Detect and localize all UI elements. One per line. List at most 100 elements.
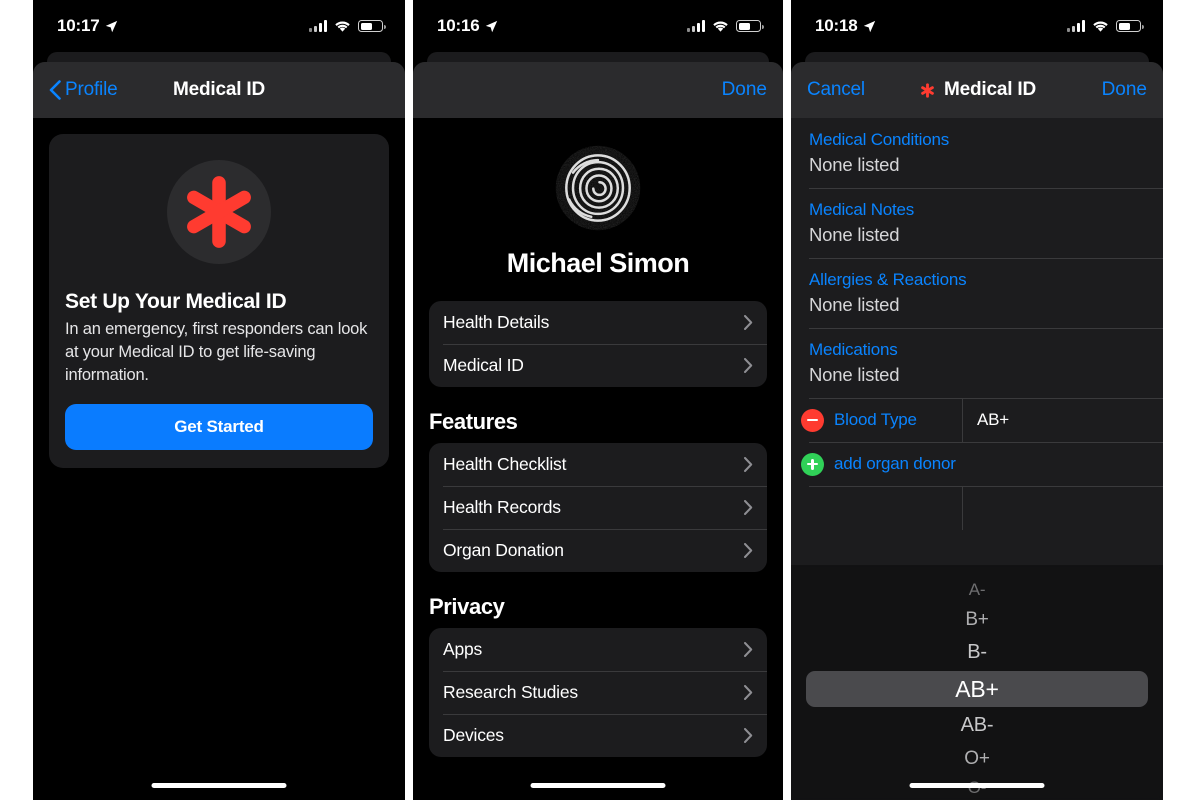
- battery-icon: [358, 20, 386, 32]
- chevron-right-icon: [744, 315, 753, 330]
- field-label: Medical Notes: [809, 200, 915, 219]
- get-started-button[interactable]: Get Started: [65, 404, 373, 451]
- list-item-research-studies[interactable]: Research Studies: [429, 671, 767, 714]
- location-arrow-icon: [864, 20, 876, 32]
- list-item-label: Medical ID: [443, 355, 524, 375]
- status-bar-right: [687, 20, 764, 33]
- status-bar-right: [1067, 20, 1144, 33]
- status-time: 10:16: [437, 16, 480, 35]
- list-item-label: Devices: [443, 725, 504, 745]
- wifi-icon: [335, 20, 350, 32]
- status-bar-left: 10:16: [437, 16, 498, 36]
- field-label: Medications: [809, 340, 898, 359]
- fingerprint-avatar[interactable]: [550, 140, 646, 236]
- sheet-peek: [805, 52, 1149, 62]
- location-arrow-icon: [106, 20, 118, 32]
- sheet-peek: [47, 52, 391, 62]
- list-item-organ-donation[interactable]: Organ Donation: [429, 529, 767, 572]
- row-partial-next[interactable]: [791, 486, 1163, 530]
- status-bar-left: 10:17: [57, 16, 118, 36]
- list-item-label: Health Details: [443, 312, 550, 332]
- list-item-label: Apps: [443, 639, 483, 659]
- panel2-content: Michael Simon Health Details Medical ID …: [413, 118, 783, 800]
- setup-medical-id-card: Set Up Your Medical ID In an emergency, …: [49, 134, 389, 469]
- picker-option[interactable]: AB-: [791, 709, 1163, 742]
- panel3-content: Medical Conditions None listed Medical N…: [791, 118, 1163, 800]
- picker-option[interactable]: B-: [791, 636, 1163, 669]
- list-item-label: Research Studies: [443, 682, 578, 702]
- list-item-devices[interactable]: Devices: [429, 714, 767, 757]
- home-indicator: [909, 783, 1045, 788]
- medical-id-asterisk-icon: [167, 160, 271, 264]
- list-item-label: Health Checklist: [443, 454, 567, 474]
- blood-type-picker[interactable]: A- B+ B- AB+ AB- O+ O-: [791, 565, 1163, 800]
- list-item-label: Health Records: [443, 497, 561, 517]
- medical-id-asterisk-icon: [918, 81, 937, 100]
- status-bar: 10:18: [791, 0, 1163, 52]
- picker-option[interactable]: A-: [791, 577, 1163, 603]
- phone-screenshot-2: 10:16 Done Michael Simon Health Details …: [413, 0, 783, 800]
- add-plus-icon[interactable]: [801, 452, 824, 476]
- back-button-label: Profile: [65, 79, 118, 100]
- divider: [962, 486, 963, 530]
- row-add-organ-donor-label: add organ donor: [834, 454, 956, 473]
- setup-card-description: In an emergency, first responders can lo…: [65, 320, 368, 384]
- chevron-right-icon: [744, 685, 753, 700]
- phone-screenshot-1: 10:17 Profile Medical ID Set Up Your Med…: [33, 0, 405, 800]
- field-medical-conditions[interactable]: Medical Conditions None listed: [791, 118, 1163, 188]
- cellular-signal-icon: [687, 20, 705, 32]
- row-blood-type-value[interactable]: AB+: [977, 410, 1009, 430]
- field-value: None listed: [809, 154, 900, 175]
- list-item-medical-id[interactable]: Medical ID: [429, 344, 767, 387]
- section-header-privacy: Privacy: [429, 594, 505, 619]
- back-button[interactable]: Profile: [49, 79, 118, 101]
- row-blood-type[interactable]: Blood Type AB+: [791, 398, 1163, 442]
- navigation-bar: Cancel Medical ID Done: [791, 62, 1163, 118]
- picker-option-selected[interactable]: AB+: [805, 671, 1149, 707]
- field-label: Allergies & Reactions: [809, 270, 967, 289]
- list-item-health-details[interactable]: Health Details: [429, 301, 767, 344]
- done-button[interactable]: Done: [1102, 79, 1147, 101]
- row-add-organ-donor[interactable]: add organ donor: [791, 442, 1163, 486]
- field-value: None listed: [809, 294, 900, 315]
- sheet: Profile Medical ID: [33, 62, 405, 118]
- profile-name: Michael Simon: [506, 248, 690, 278]
- page-title-text: Medical ID: [173, 79, 265, 100]
- location-arrow-icon: [486, 20, 498, 32]
- row-blood-type-label: Blood Type: [834, 410, 917, 429]
- sheet: Cancel Medical ID Done: [791, 62, 1163, 118]
- list-item-apps[interactable]: Apps: [429, 628, 767, 671]
- screenshot-stage: 10:17 Profile Medical ID Set Up Your Med…: [0, 0, 1200, 800]
- field-value: None listed: [809, 364, 900, 385]
- chevron-right-icon: [744, 500, 753, 515]
- home-indicator: [530, 783, 666, 788]
- picker-option[interactable]: B+: [791, 603, 1163, 636]
- chevron-right-icon: [744, 728, 753, 743]
- status-bar: 10:16: [413, 0, 783, 52]
- field-medications[interactable]: Medications None listed: [791, 328, 1163, 398]
- settings-group-privacy: Apps Research Studies Devices: [429, 628, 767, 757]
- battery-icon: [736, 20, 764, 32]
- list-item-label: Organ Donation: [443, 540, 564, 560]
- list-item-health-records[interactable]: Health Records: [429, 486, 767, 529]
- settings-group-main: Health Details Medical ID: [429, 301, 767, 387]
- chevron-right-icon: [744, 358, 753, 373]
- page-title-text: Medical ID: [944, 79, 1036, 100]
- section-header-features: Features: [429, 409, 518, 434]
- field-medical-notes[interactable]: Medical Notes None listed: [791, 188, 1163, 258]
- cancel-button[interactable]: Cancel: [807, 79, 865, 101]
- remove-minus-icon[interactable]: [801, 408, 824, 432]
- profile-header: Michael Simon: [429, 118, 767, 279]
- chevron-left-icon: [49, 80, 61, 100]
- panel1-content: Set Up Your Medical ID In an emergency, …: [33, 118, 405, 800]
- done-button[interactable]: Done: [722, 79, 767, 101]
- settings-group-features: Health Checklist Health Records Organ Do…: [429, 443, 767, 572]
- picker-option[interactable]: O+: [791, 742, 1163, 775]
- wifi-icon: [713, 20, 728, 32]
- field-allergies-reactions[interactable]: Allergies & Reactions None listed: [791, 258, 1163, 328]
- sheet-peek: [427, 52, 769, 62]
- chevron-right-icon: [744, 457, 753, 472]
- status-bar-left: 10:18: [815, 16, 876, 36]
- status-time: 10:17: [57, 16, 100, 35]
- list-item-health-checklist[interactable]: Health Checklist: [429, 443, 767, 486]
